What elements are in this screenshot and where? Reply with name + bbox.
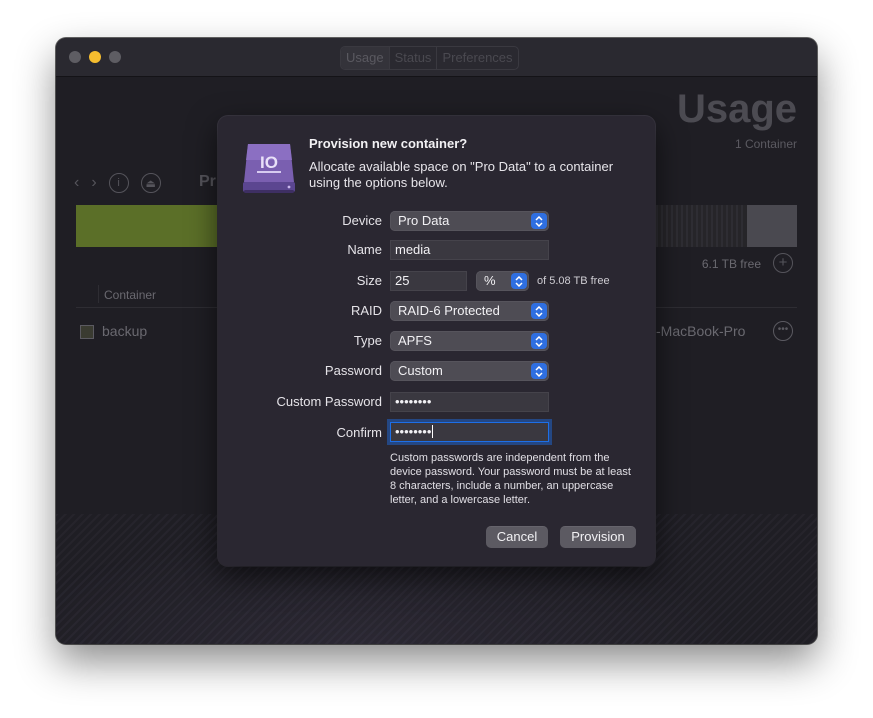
zoom-window-button[interactable] <box>109 51 121 63</box>
navigation-toolbar: ‹ › i ⏏ <box>74 173 161 193</box>
sheet-description: Allocate available space on "Pro Data" t… <box>309 159 614 190</box>
tab-usage[interactable]: Usage <box>341 47 390 69</box>
drive-app-icon: IO <box>243 144 295 193</box>
size-free-text: of 5.08 TB free <box>537 275 610 287</box>
confirm-password-input[interactable]: •••••••• <box>390 422 549 442</box>
row-host-name: -MacBook-Pro <box>656 323 746 339</box>
add-container-icon[interactable]: + <box>773 253 793 273</box>
password-popup[interactable]: Custom <box>390 361 549 381</box>
type-popup[interactable]: APFS <box>390 331 549 351</box>
name-label: Name <box>347 242 382 257</box>
type-value: APFS <box>398 333 432 348</box>
provision-sheet: IO Provision new container? Allocate ava… <box>218 116 655 566</box>
back-icon[interactable]: ‹ <box>74 174 79 192</box>
size-label: Size <box>356 273 382 288</box>
row-checkbox[interactable] <box>80 325 94 339</box>
password-label: Password <box>324 363 382 378</box>
close-window-button[interactable] <box>69 51 81 63</box>
usage-bar-texture <box>656 205 746 247</box>
column-header-container[interactable]: Container <box>104 288 156 302</box>
row-container-name[interactable]: backup <box>102 323 147 339</box>
usage-bar-used <box>76 205 221 247</box>
device-popup[interactable]: Pro Data <box>390 211 549 231</box>
provision-button[interactable]: Provision <box>560 526 636 548</box>
chevron-updown-icon <box>531 213 547 229</box>
tab-preferences[interactable]: Preferences <box>437 47 517 69</box>
toolbar-segmented-control: Usage Status Preferences <box>340 46 519 70</box>
device-name-partial: Pr <box>199 173 216 190</box>
chevron-updown-icon <box>531 333 547 349</box>
device-value: Pro Data <box>398 213 450 228</box>
minimize-window-button[interactable] <box>89 51 101 63</box>
title-bar: Usage Status Preferences <box>56 38 817 77</box>
confirm-label: Confirm <box>336 425 382 440</box>
size-unit-value: % <box>484 273 496 288</box>
cancel-button[interactable]: Cancel <box>486 526 548 548</box>
password-help-text: Custom passwords are independent from th… <box>390 452 631 506</box>
free-space-label: 6.1 TB free <box>701 257 761 271</box>
size-input[interactable]: 25 <box>390 271 467 291</box>
container-count: 1 Container <box>734 137 797 151</box>
usage-bar-reserved <box>747 205 797 247</box>
confirm-password-value: •••••••• <box>395 424 432 439</box>
sheet-title: Provision new container? <box>309 136 468 151</box>
chevron-updown-icon <box>531 363 547 379</box>
text-caret <box>432 425 434 438</box>
tab-status[interactable]: Status <box>390 47 438 69</box>
forward-icon[interactable]: › <box>91 174 96 192</box>
info-icon[interactable]: i <box>108 173 129 193</box>
svg-text:IO: IO <box>260 153 278 172</box>
column-divider <box>98 285 99 303</box>
more-options-icon[interactable]: ••• <box>773 321 793 341</box>
type-label: Type <box>353 333 382 348</box>
raid-value: RAID-6 Protected <box>398 303 500 318</box>
chevron-updown-icon <box>511 273 527 289</box>
raid-popup[interactable]: RAID-6 Protected <box>390 301 549 321</box>
page-title: Usage <box>676 87 797 131</box>
eject-icon[interactable]: ⏏ <box>140 173 161 193</box>
custom-password-label: Custom Password <box>276 394 382 409</box>
size-unit-popup[interactable]: % <box>476 271 529 291</box>
custom-password-input[interactable]: •••••••• <box>390 392 549 412</box>
chevron-updown-icon <box>531 303 547 319</box>
raid-label: RAID <box>350 303 382 318</box>
password-value: Custom <box>398 363 443 378</box>
name-input[interactable]: media <box>390 240 549 260</box>
device-label: Device <box>342 213 382 228</box>
